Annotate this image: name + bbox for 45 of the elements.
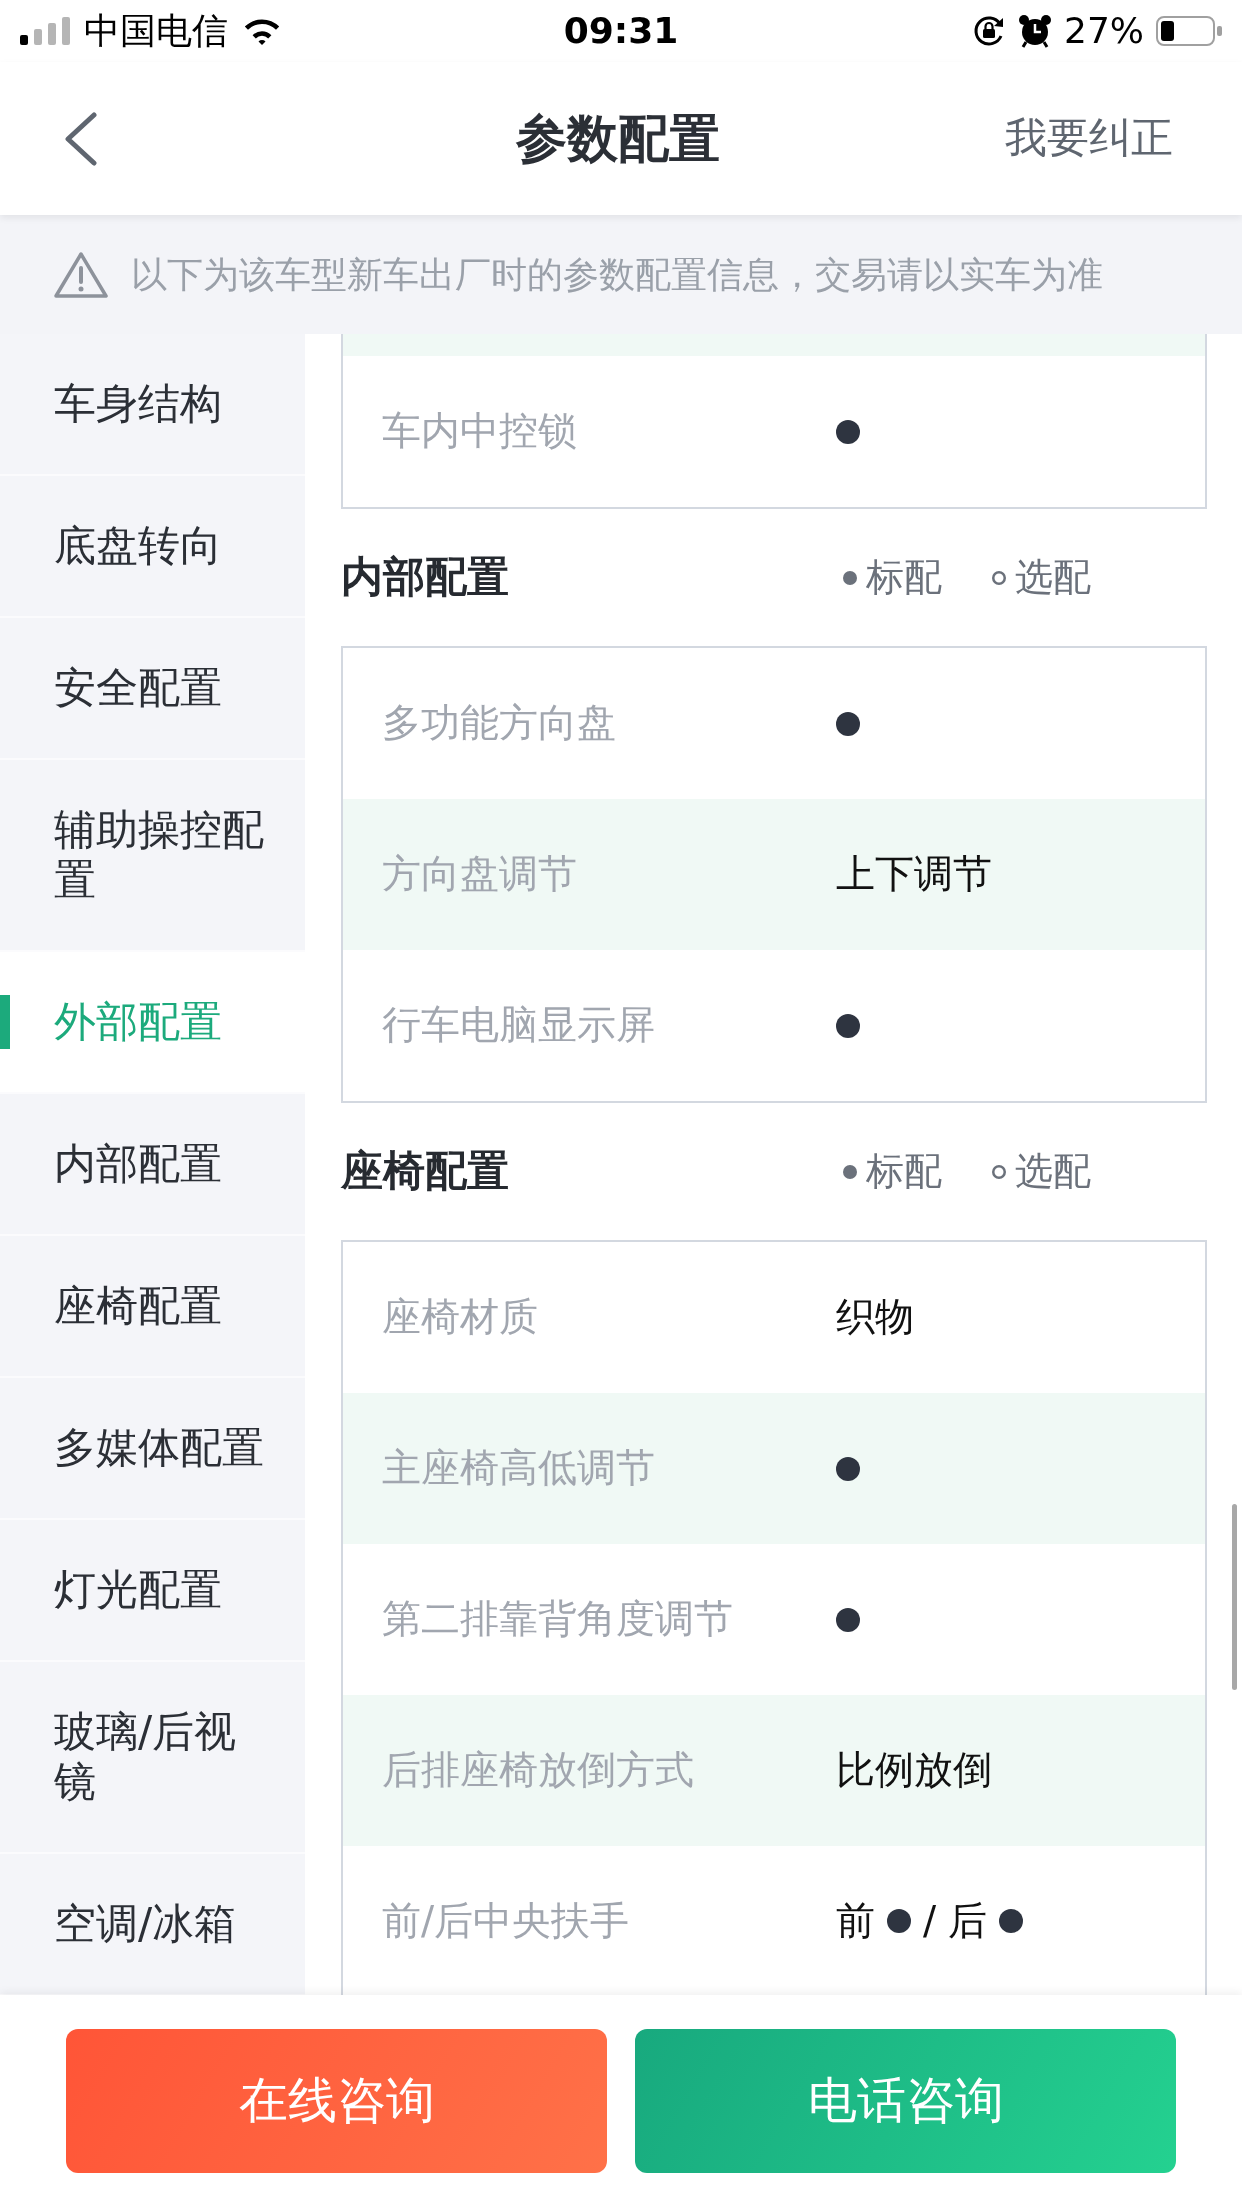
notice-text: 以下为该车型新车出厂时的参数配置信息，交易请以实车为准 xyxy=(131,252,1103,297)
legend-label: 标配 xyxy=(866,554,942,601)
spec-value: / xyxy=(923,1898,937,1945)
legend-label: 标配 xyxy=(866,1148,942,1195)
correction-link[interactable]: 我要纠正 xyxy=(1005,113,1173,164)
filled-dot-icon xyxy=(843,570,857,585)
alarm-clock-icon xyxy=(1018,14,1052,48)
carrier-name: 中国电信 xyxy=(84,13,228,49)
spec-label: 方向盘调节 xyxy=(382,851,578,898)
rotation-lock-icon xyxy=(972,14,1006,48)
page-title: 参数配置 xyxy=(516,107,720,170)
filled-dot-icon xyxy=(887,1909,911,1934)
spec-value: 上下调节 xyxy=(836,851,992,898)
filled-dot-icon xyxy=(843,1164,857,1179)
signal-icon xyxy=(20,17,70,45)
legend-label: 选配 xyxy=(1015,1148,1091,1195)
section-title: 座椅配置 xyxy=(341,1146,510,1197)
spec-label: 行车电脑显示屏 xyxy=(382,1002,656,1049)
spec-value: 前 xyxy=(836,1898,875,1945)
spec-value: 后 xyxy=(948,1898,988,1945)
section-title: 内部配置 xyxy=(341,552,510,603)
filled-dot-icon xyxy=(836,1456,860,1481)
spec-label: 座椅材质 xyxy=(382,1294,539,1341)
filled-dot-icon xyxy=(836,1607,860,1632)
wifi-icon xyxy=(242,16,282,46)
spec-label: 主座椅高低调节 xyxy=(382,1445,656,1492)
clock-time: 09:31 xyxy=(563,13,679,49)
filled-dot-icon xyxy=(836,711,860,736)
warning-icon xyxy=(54,250,108,299)
spec-label: 多功能方向盘 xyxy=(382,700,617,747)
filled-dot-icon xyxy=(836,1013,860,1038)
spec-label: 第二排靠背角度调节 xyxy=(382,1596,734,1643)
back-icon[interactable] xyxy=(63,111,99,166)
battery-icon xyxy=(1156,16,1222,46)
filled-dot-icon xyxy=(999,1909,1024,1934)
spec-label: 车内中控锁 xyxy=(382,408,578,455)
legend-label: 选配 xyxy=(1015,554,1091,601)
hollow-dot-icon xyxy=(992,1164,1006,1179)
battery-percent: 27% xyxy=(1064,13,1144,49)
hollow-dot-icon xyxy=(992,570,1006,585)
filled-dot-icon xyxy=(836,419,860,444)
spec-label: 前/后中央扶手 xyxy=(382,1898,631,1945)
spec-value: 比例放倒 xyxy=(836,1747,992,1794)
spec-value: 织物 xyxy=(836,1294,914,1341)
spec-label: 后排座椅放倒方式 xyxy=(382,1747,695,1794)
